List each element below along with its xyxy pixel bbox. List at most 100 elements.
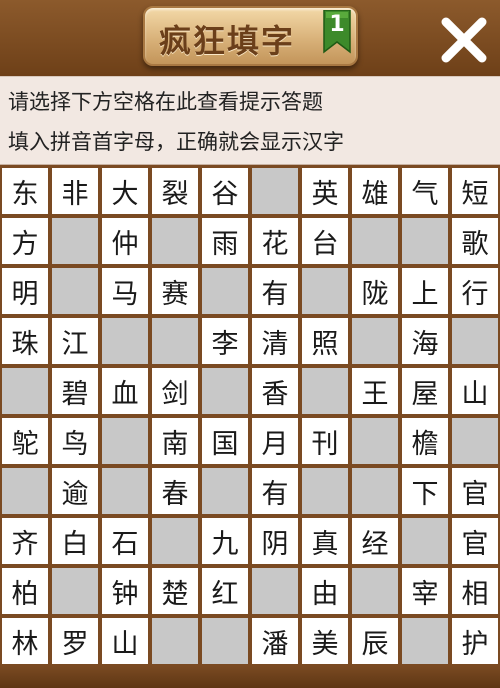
grid-cell[interactable]: 鸟 [50, 416, 100, 466]
grid-cell[interactable]: 刊 [300, 416, 350, 466]
grid-cell[interactable]: 由 [300, 566, 350, 616]
title-plaque: 疯狂填字 1 [143, 6, 358, 66]
grid-cell-blocked [200, 616, 250, 666]
grid-cell[interactable]: 屋 [400, 366, 450, 416]
grid-cell[interactable]: 海 [400, 316, 450, 366]
grid-cell[interactable]: 林 [0, 616, 50, 666]
grid-cell[interactable]: 东 [0, 166, 50, 216]
grid-cell[interactable]: 王 [350, 366, 400, 416]
grid-cell[interactable]: 上 [400, 266, 450, 316]
grid-cell[interactable]: 九 [200, 516, 250, 566]
grid-cell[interactable]: 美 [300, 616, 350, 666]
hint-panel: 请选择下方空格在此查看提示答题 填入拼音首字母，正确就会显示汉字 [0, 76, 500, 165]
grid-cell[interactable]: 鸵 [0, 416, 50, 466]
grid-cell[interactable]: 大 [100, 166, 150, 216]
grid-cell[interactable]: 行 [450, 266, 500, 316]
grid-cell[interactable]: 月 [250, 416, 300, 466]
grid-cell-blocked [350, 466, 400, 516]
grid-cell-blocked [400, 216, 450, 266]
grid-cell[interactable]: 照 [300, 316, 350, 366]
grid-cell-blocked [150, 616, 200, 666]
grid-cell-blocked [50, 216, 100, 266]
close-button[interactable] [436, 12, 492, 68]
grid-cell-blocked [0, 466, 50, 516]
grid-cell[interactable]: 气 [400, 166, 450, 216]
grid-cell[interactable]: 白 [50, 516, 100, 566]
grid-cell[interactable]: 非 [50, 166, 100, 216]
grid-cell[interactable]: 潘 [250, 616, 300, 666]
grid-cell[interactable]: 剑 [150, 366, 200, 416]
hint-line-2: 填入拼音首字母，正确就会显示汉字 [8, 130, 344, 154]
grid-cell-blocked [150, 216, 200, 266]
grid-cell-blocked [150, 316, 200, 366]
grid-cell[interactable]: 山 [100, 616, 150, 666]
grid-cell[interactable]: 南 [150, 416, 200, 466]
grid-cell[interactable]: 相 [450, 566, 500, 616]
grid-cell[interactable]: 陇 [350, 266, 400, 316]
grid-cell[interactable]: 国 [200, 416, 250, 466]
grid-cell[interactable]: 齐 [0, 516, 50, 566]
grid-cell[interactable]: 石 [100, 516, 150, 566]
grid-cell-blocked [350, 216, 400, 266]
grid-cell-blocked [400, 516, 450, 566]
grid-cell[interactable]: 短 [450, 166, 500, 216]
grid-cell[interactable]: 经 [350, 516, 400, 566]
grid-cell[interactable]: 仲 [100, 216, 150, 266]
grid-cell[interactable]: 台 [300, 216, 350, 266]
grid-cell[interactable]: 护 [450, 616, 500, 666]
grid-cell[interactable]: 花 [250, 216, 300, 266]
grid-cell[interactable]: 赛 [150, 266, 200, 316]
grid-cell[interactable]: 明 [0, 266, 50, 316]
grid-cell[interactable]: 歌 [450, 216, 500, 266]
grid-cell[interactable]: 谷 [200, 166, 250, 216]
grid-cell-blocked [200, 266, 250, 316]
grid-cell-blocked [250, 166, 300, 216]
grid-cell-blocked [100, 466, 150, 516]
grid-cell[interactable]: 雨 [200, 216, 250, 266]
grid-cell[interactable]: 下 [400, 466, 450, 516]
grid-cell[interactable]: 有 [250, 466, 300, 516]
grid-cell[interactable]: 英 [300, 166, 350, 216]
grid-cell[interactable]: 血 [100, 366, 150, 416]
grid-cell-blocked [250, 566, 300, 616]
grid-cell-blocked [100, 416, 150, 466]
grid-cell[interactable]: 方 [0, 216, 50, 266]
grid-cell[interactable]: 真 [300, 516, 350, 566]
grid-cell-blocked [350, 566, 400, 616]
grid-cell[interactable]: 有 [250, 266, 300, 316]
grid-cell[interactable]: 辰 [350, 616, 400, 666]
grid-cell-blocked [300, 266, 350, 316]
grid-cell-blocked [350, 316, 400, 366]
grid-cell[interactable]: 山 [450, 366, 500, 416]
grid-cell-blocked [50, 566, 100, 616]
crossword-grid: 东非大裂谷英雄气短方仲雨花台歌明马赛有陇上行珠江李清照海碧血剑香王屋山鸵鸟南国月… [0, 166, 500, 666]
grid-cell[interactable]: 珠 [0, 316, 50, 366]
grid-cell[interactable]: 裂 [150, 166, 200, 216]
grid-cell[interactable]: 檐 [400, 416, 450, 466]
grid-cell[interactable]: 江 [50, 316, 100, 366]
grid-cell[interactable]: 红 [200, 566, 250, 616]
grid-cell-blocked [400, 616, 450, 666]
grid-cell[interactable]: 雄 [350, 166, 400, 216]
game-title: 疯狂填字 [159, 22, 296, 60]
grid-cell[interactable]: 李 [200, 316, 250, 366]
grid-cell-blocked [300, 466, 350, 516]
grid-cell[interactable]: 钟 [100, 566, 150, 616]
grid-cell[interactable]: 逾 [50, 466, 100, 516]
grid-cell[interactable]: 阴 [250, 516, 300, 566]
grid-cell-blocked [50, 266, 100, 316]
grid-cell[interactable]: 官 [450, 516, 500, 566]
grid-cell-blocked [200, 366, 250, 416]
grid-cell[interactable]: 柏 [0, 566, 50, 616]
grid-cell[interactable]: 官 [450, 466, 500, 516]
grid-cell[interactable]: 宰 [400, 566, 450, 616]
grid-cell-blocked [0, 366, 50, 416]
grid-cell[interactable]: 马 [100, 266, 150, 316]
grid-cell-blocked [450, 416, 500, 466]
grid-cell[interactable]: 清 [250, 316, 300, 366]
grid-cell[interactable]: 楚 [150, 566, 200, 616]
grid-cell[interactable]: 碧 [50, 366, 100, 416]
grid-cell[interactable]: 春 [150, 466, 200, 516]
grid-cell[interactable]: 罗 [50, 616, 100, 666]
grid-cell[interactable]: 香 [250, 366, 300, 416]
